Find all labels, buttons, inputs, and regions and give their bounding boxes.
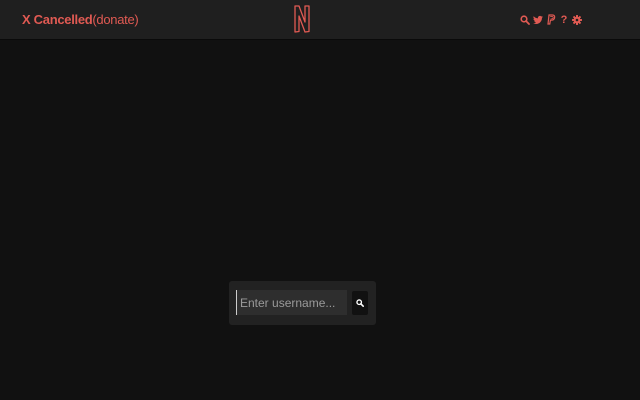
search-icon[interactable] <box>520 14 530 26</box>
donate-link[interactable]: (donate) <box>92 12 138 27</box>
paypal-icon[interactable] <box>546 14 556 26</box>
help-icon[interactable]: ? <box>559 14 569 26</box>
brand-title: X Cancelled <box>22 12 93 27</box>
search-icon <box>356 299 364 307</box>
gear-icon[interactable] <box>572 14 582 26</box>
brand: X Cancelled(donate) <box>22 12 139 28</box>
top-bar: X Cancelled(donate) ? <box>0 0 640 39</box>
username-input[interactable] <box>236 290 347 315</box>
header-icons: ? <box>520 13 582 26</box>
twitter-icon[interactable] <box>533 14 543 26</box>
netflix-logo-icon[interactable] <box>289 3 315 35</box>
username-search-panel <box>229 281 376 325</box>
search-button[interactable] <box>352 291 368 315</box>
